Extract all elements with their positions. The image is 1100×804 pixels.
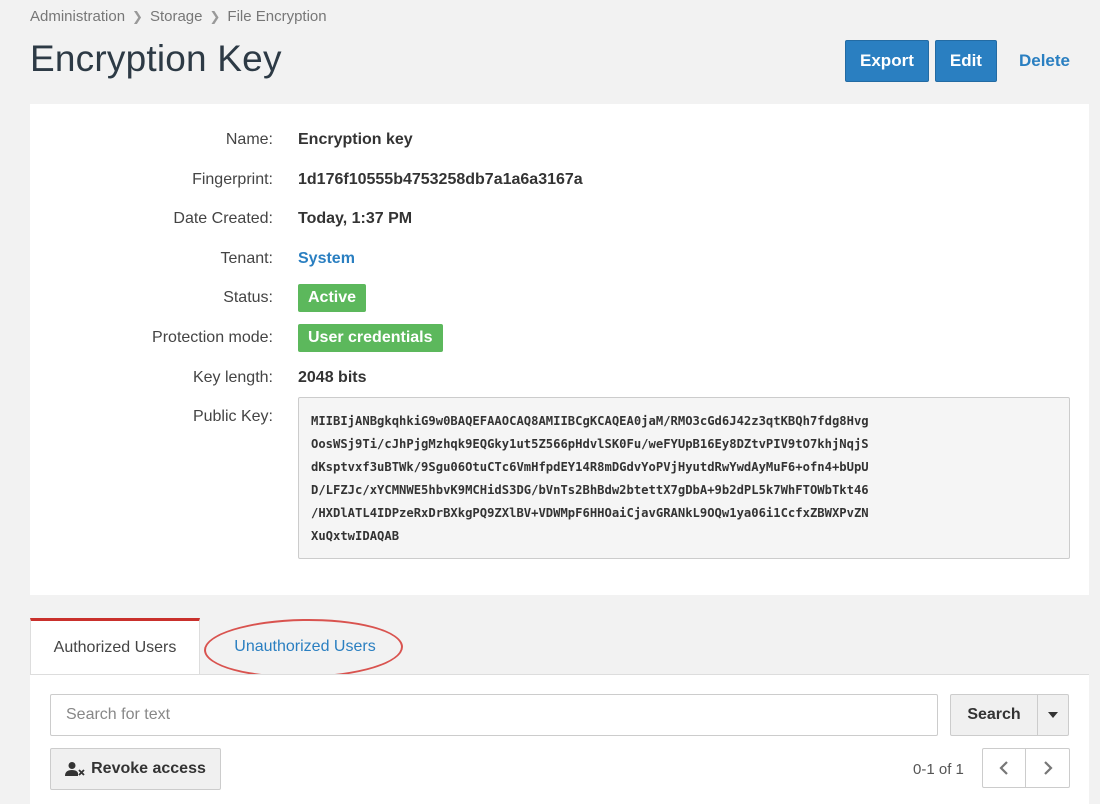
status-badge: Active (298, 284, 367, 312)
pagination-count: 0-1 of 1 (913, 761, 964, 778)
key-length-label: Key length: (192, 369, 273, 386)
key-length-value: 2048 bits (298, 369, 367, 386)
chevron-right-icon: ❯ (209, 8, 221, 24)
detail-row-date-created: Date Created: Today, 1:37 PM (30, 204, 1089, 234)
name-value: Encryption key (298, 131, 413, 148)
authorized-users-panel: Search Revoke access 0-1 of 1 (30, 674, 1089, 804)
date-created-label: Date Created: (173, 210, 273, 227)
search-button[interactable]: Search (950, 694, 1038, 736)
chevron-right-icon (1043, 761, 1053, 775)
detail-row-name: Name: Encryption key (30, 125, 1089, 155)
user-remove-icon (65, 762, 85, 776)
detail-row-protection-mode: Protection mode: User credentials (30, 323, 1089, 353)
page-actions: Export Edit Delete (839, 40, 1072, 82)
breadcrumb-administration[interactable]: Administration (30, 8, 125, 25)
protection-mode-badge: User credentials (298, 324, 443, 352)
detail-row-status: Status: Active (30, 283, 1089, 313)
detail-row-fingerprint: Fingerprint: 1d176f10555b4753258db7a1a6a… (30, 165, 1089, 195)
tenant-link[interactable]: System (298, 250, 355, 268)
breadcrumb: Administration ❯ Storage ❯ File Encrypti… (30, 8, 327, 25)
revoke-access-label: Revoke access (91, 760, 206, 777)
public-key-value: MIIBIjANBgkqhkiG9w0BAQEFAAOCAQ8AMIIBCgKC… (298, 397, 1070, 559)
tenant-label: Tenant: (220, 250, 273, 267)
breadcrumb-storage[interactable]: Storage (150, 8, 203, 25)
tab-unauthorized-users[interactable]: Unauthorized Users (205, 618, 405, 675)
details-panel: Name: Encryption key Fingerprint: 1d176f… (30, 104, 1089, 595)
breadcrumb-file-encryption: File Encryption (227, 8, 327, 25)
name-label: Name: (225, 131, 273, 148)
fingerprint-value: 1d176f10555b4753258db7a1a6a3167a (298, 171, 583, 188)
detail-row-tenant: Tenant: System (30, 244, 1089, 274)
protection-mode-label: Protection mode: (152, 329, 273, 346)
chevron-right-icon: ❯ (132, 8, 143, 24)
chevron-left-icon (999, 761, 1008, 775)
search-options-dropdown[interactable] (1038, 694, 1069, 736)
page-title: Encryption Key (30, 38, 282, 79)
export-button[interactable]: Export (845, 40, 929, 82)
detail-row-key-length: Key length: 2048 bits (30, 363, 1089, 393)
status-label: Status: (223, 289, 273, 306)
revoke-access-button[interactable]: Revoke access (50, 748, 221, 790)
caret-down-icon (1048, 712, 1058, 718)
delete-button[interactable]: Delete (1017, 51, 1072, 71)
user-tabs: Authorized Users Unauthorized Users (30, 618, 1090, 675)
pagination-controls (982, 748, 1070, 788)
tab-authorized-users[interactable]: Authorized Users (30, 618, 200, 675)
search-button-group: Search (950, 694, 1069, 736)
fingerprint-label: Fingerprint: (192, 171, 273, 188)
public-key-label: Public Key: (192, 408, 273, 425)
edit-button[interactable]: Edit (934, 40, 997, 82)
search-input[interactable] (50, 694, 938, 736)
next-page-button[interactable] (1026, 748, 1070, 788)
date-created-value: Today, 1:37 PM (298, 210, 413, 227)
previous-page-button[interactable] (982, 748, 1026, 788)
